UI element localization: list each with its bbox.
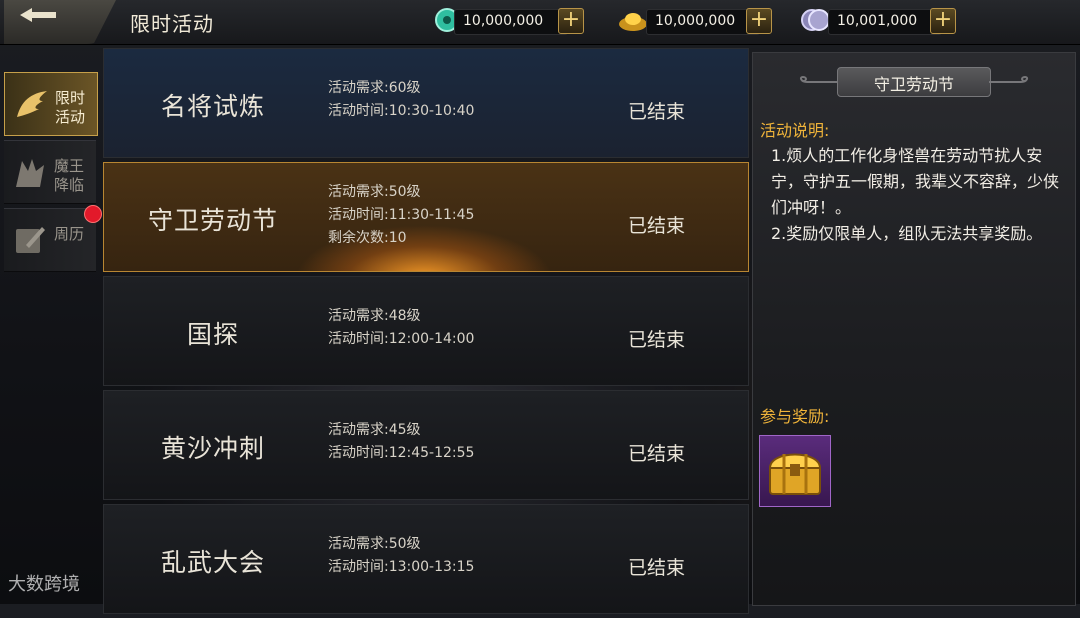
event-name: 乱武大会 (160, 548, 265, 577)
event-row-sand-sprint[interactable]: 黄沙冲刺 活动需求:45级 活动时间:12:45-12:55 已结束 (103, 390, 749, 500)
event-info: 活动需求:48级 活动时间:12:00-14:00 (328, 305, 474, 351)
event-info: 活动需求:50级 活动时间:13:00-13:15 (328, 533, 474, 579)
event-info: 活动需求:50级 活动时间:11:30-11:45 剩余次数:10 (328, 181, 474, 250)
event-name: 守卫劳动节 (147, 206, 278, 235)
event-level: 活动需求:60级 (328, 80, 421, 96)
decor-swirl-left-icon (799, 75, 839, 83)
side-nav: 限时 活动 魔王 降临 周历 (4, 72, 102, 276)
nav-item-weekly-calendar[interactable]: 周历 (4, 205, 102, 272)
event-info: 活动需求:60级 活动时间:10:30-10:40 (328, 77, 474, 123)
event-time: 活动时间:10:30-10:40 (328, 103, 475, 119)
event-time: 活动时间:12:45-12:55 (328, 445, 475, 461)
event-level: 活动需求:48级 (328, 308, 421, 324)
back-button[interactable] (4, 0, 116, 44)
currency-box: 10,001,000 (828, 9, 942, 35)
reward-item-slot[interactable] (759, 435, 831, 507)
back-arrow-icon (20, 8, 56, 22)
event-list: 名将试炼 活动需求:60级 活动时间:10:30-10:40 已结束 守卫劳动节… (103, 48, 749, 618)
description-label: 活动说明: (760, 121, 830, 140)
currency-value: 10,001,000 (837, 13, 918, 29)
currency-value: 10,000,000 (463, 13, 544, 29)
add-jade-button[interactable]: + (558, 8, 584, 34)
event-level: 活动需求:50级 (328, 184, 421, 200)
currency-box: 10,000,000 (646, 9, 760, 35)
wing-icon (17, 91, 47, 117)
event-time: 活动时间:11:30-11:45 (328, 207, 475, 223)
event-level: 活动需求:50级 (328, 536, 421, 552)
top-bar: 限时活动 10,000,000 + 10,000,000 + 10,001,00… (0, 0, 1080, 45)
description-text: 1.烦人的工作化身怪兽在劳动节扰人安宁，守护五一假期，我辈义不容辞，少侠们冲呀！… (771, 143, 1065, 247)
event-name: 国探 (186, 320, 239, 349)
decor-swirl-right-icon (989, 75, 1029, 83)
event-detail-panel: 守卫劳动节 活动说明: 1.烦人的工作化身怪兽在劳动节扰人安宁，守护五一假期，我… (752, 52, 1076, 606)
event-row-guotan[interactable]: 国探 活动需求:48级 活动时间:12:00-14:00 已结束 (103, 276, 749, 386)
event-name: 名将试炼 (160, 92, 265, 121)
gold-ingot-icon (619, 13, 647, 31)
panel-title-banner: 守卫劳动节 (837, 67, 991, 97)
calendar-icon (16, 227, 45, 253)
event-info: 活动需求:45级 活动时间:12:45-12:55 (328, 419, 474, 465)
demon-icon (16, 159, 44, 187)
add-silver-button[interactable]: + (930, 8, 956, 34)
event-level: 活动需求:45级 (328, 422, 421, 438)
notification-badge (84, 205, 102, 223)
gold-chest-icon (768, 453, 822, 495)
description-line-2: 2.奖励仅限单人，组队无法共享奖励。 (771, 224, 1043, 243)
event-row-labor-day[interactable]: 守卫劳动节 活动需求:50级 活动时间:11:30-11:45 剩余次数:10 … (103, 162, 749, 272)
add-gold-button[interactable]: + (746, 8, 772, 34)
event-status: 已结束 (628, 101, 686, 123)
event-status: 已结束 (628, 443, 686, 465)
event-status: 已结束 (628, 215, 686, 237)
nav-item-limited-events[interactable]: 限时 活动 (4, 72, 98, 136)
silver-coin-icon (801, 9, 830, 31)
event-status: 已结束 (628, 329, 686, 351)
nav-label: 魔王 降临 (54, 157, 85, 194)
page-title: 限时活动 (130, 12, 214, 36)
nav-item-demon-king[interactable]: 魔王 降临 (4, 140, 96, 204)
currency-box: 10,000,000 (454, 9, 568, 35)
event-time: 活动时间:13:00-13:15 (328, 559, 475, 575)
nav-label: 限时 活动 (55, 89, 86, 126)
panel-title: 守卫劳动节 (873, 75, 954, 94)
event-status: 已结束 (628, 557, 686, 579)
event-row-mingjiang[interactable]: 名将试炼 活动需求:60级 活动时间:10:30-10:40 已结束 (103, 48, 749, 158)
nav-label: 周历 (54, 225, 85, 243)
description-line-1: 1.烦人的工作化身怪兽在劳动节扰人安宁，守护五一假期，我辈义不容辞，少侠们冲呀！… (771, 146, 1060, 217)
event-row-melee[interactable]: 乱武大会 活动需求:50级 活动时间:13:00-13:15 已结束 (103, 504, 749, 614)
event-time: 活动时间:12:00-14:00 (328, 331, 475, 347)
reward-label: 参与奖励: (760, 407, 830, 426)
currency-value: 10,000,000 (655, 13, 736, 29)
event-remaining: 剩余次数:10 (328, 230, 407, 246)
watermark: 大数跨境 (8, 574, 80, 595)
event-name: 黄沙冲刺 (160, 434, 265, 463)
